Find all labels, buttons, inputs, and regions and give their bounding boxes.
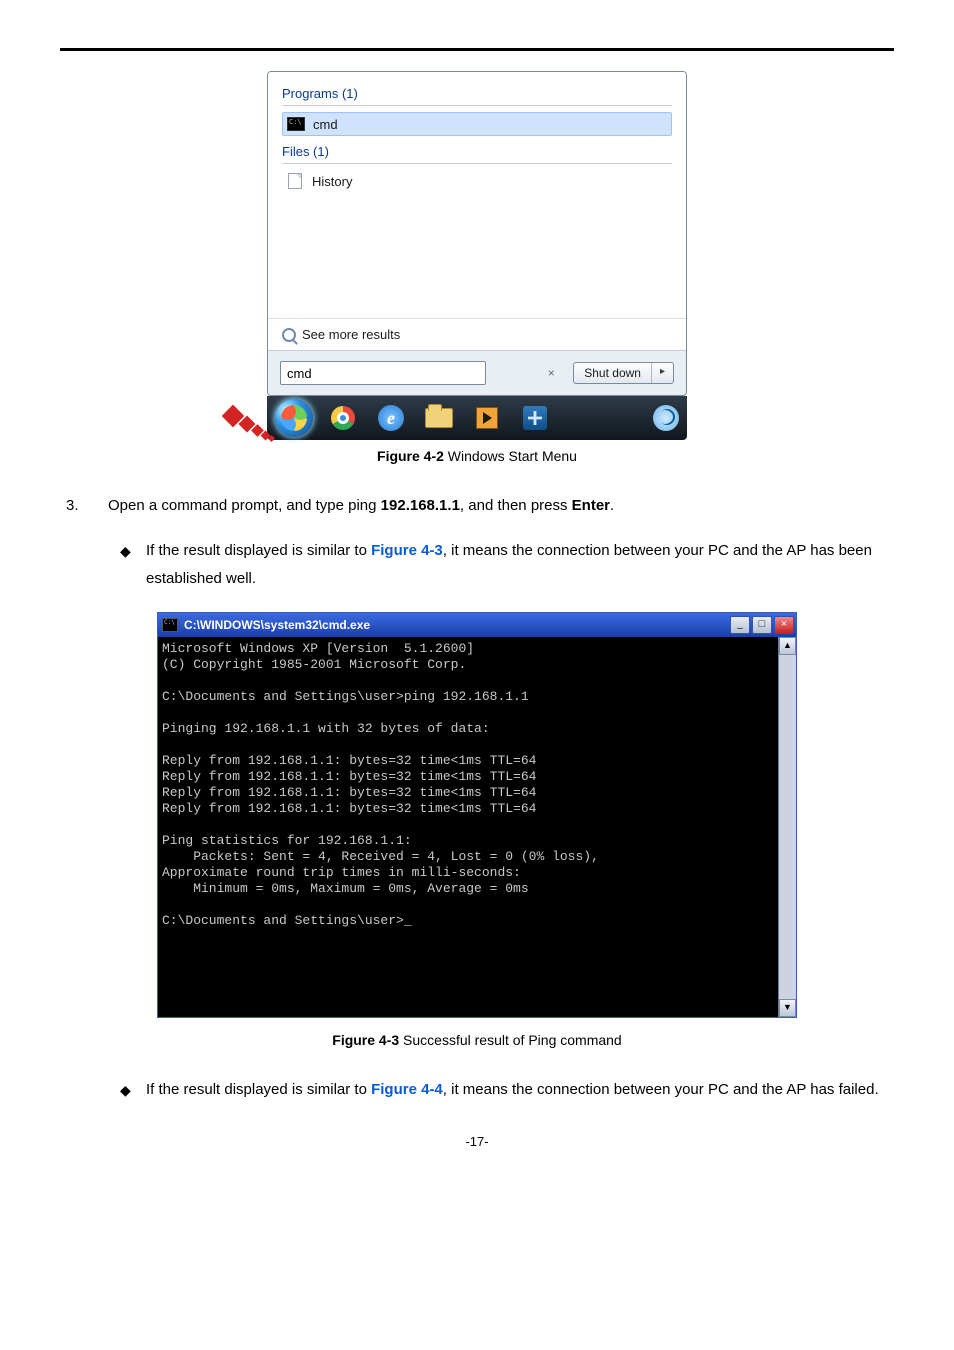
ie-icon[interactable] [373, 403, 409, 433]
top-rule [60, 48, 894, 51]
scroll-track[interactable] [779, 655, 796, 999]
step-3: 3. Open a command prompt, and type ping … [60, 492, 894, 521]
caption-bold: Figure 4-2 [377, 448, 444, 464]
ip-bold: 192.168.1.1 [381, 497, 460, 514]
diamond-bullet-icon: ◆ [120, 1076, 132, 1105]
caption-text: Windows Start Menu [444, 448, 577, 464]
search-icon [282, 328, 296, 342]
shutdown-label: Shut down [574, 363, 651, 383]
see-more-label: See more results [302, 327, 400, 342]
divider [282, 163, 672, 164]
scroll-down-icon[interactable]: ▼ [779, 999, 796, 1017]
clear-search-icon[interactable]: × [543, 365, 559, 381]
enter-bold: Enter [572, 497, 610, 514]
chrome-icon[interactable] [325, 403, 361, 433]
caption-text: Successful result of Ping command [399, 1032, 622, 1048]
figure-4-2: Programs (1) cmd Files (1) History See m… [267, 71, 687, 440]
see-more-results[interactable]: See more results [268, 318, 686, 350]
shutdown-button[interactable]: Shut down ▸ [573, 362, 674, 384]
scrollbar[interactable]: ▲ ▼ [778, 637, 796, 1017]
step-number: 3. [60, 492, 90, 521]
bullet-text: , it means the connection between your P… [443, 1081, 879, 1098]
start-menu: Programs (1) cmd Files (1) History See m… [267, 71, 687, 396]
bullet-2: ◆ If the result displayed is similar to … [60, 1076, 894, 1105]
bullet-1: ◆ If the result displayed is similar to … [60, 537, 894, 594]
figure-4-3-caption: Figure 4-3 Successful result of Ping com… [60, 1032, 894, 1048]
start-item-cmd[interactable]: cmd [282, 112, 672, 136]
step-text: , and then press [460, 497, 572, 514]
start-programs-header: Programs (1) [282, 86, 672, 101]
media-player-icon[interactable] [469, 403, 505, 433]
bullet-text: If the result displayed is similar to [146, 1081, 371, 1098]
terminal-icon [162, 618, 178, 632]
figure-4-2-caption: Figure 4-2 Windows Start Menu [60, 448, 894, 464]
cmd-titlebar[interactable]: C:\WINDOWS\system32\cmd.exe _ □ × [158, 613, 796, 637]
pinned-app-icon[interactable] [517, 403, 553, 433]
taskbar [267, 396, 687, 440]
close-button[interactable]: × [774, 616, 794, 634]
minimize-button[interactable]: _ [730, 616, 750, 634]
cmd-output: Microsoft Windows XP [Version 5.1.2600] … [158, 637, 778, 1017]
bullet-text: If the result displayed is similar to [146, 542, 371, 559]
start-orb-icon[interactable] [275, 399, 313, 437]
step-text: . [610, 497, 614, 514]
figure-link[interactable]: Figure 4-4 [371, 1081, 443, 1098]
file-icon [286, 173, 304, 189]
caption-bold: Figure 4-3 [332, 1032, 399, 1048]
figure-link[interactable]: Figure 4-3 [371, 542, 443, 559]
wifi-icon[interactable] [653, 405, 679, 431]
start-item-label: History [312, 174, 352, 189]
scroll-up-icon[interactable]: ▲ [779, 637, 796, 655]
shutdown-arrow-icon[interactable]: ▸ [651, 363, 673, 383]
start-item-label: cmd [313, 117, 338, 132]
terminal-icon [287, 116, 305, 132]
start-search-input[interactable] [280, 361, 486, 385]
diamond-bullet-icon: ◆ [120, 537, 132, 594]
figure-4-3: C:\WINDOWS\system32\cmd.exe _ □ × Micros… [157, 612, 797, 1018]
page-number: -17- [60, 1134, 894, 1149]
step-text: Open a command prompt, and type ping [108, 497, 381, 514]
start-files-header: Files (1) [282, 144, 672, 159]
cmd-window-title: C:\WINDOWS\system32\cmd.exe [184, 618, 728, 632]
start-item-history[interactable]: History [282, 170, 672, 192]
explorer-icon[interactable] [421, 403, 457, 433]
divider [282, 105, 672, 106]
maximize-button[interactable]: □ [752, 616, 772, 634]
